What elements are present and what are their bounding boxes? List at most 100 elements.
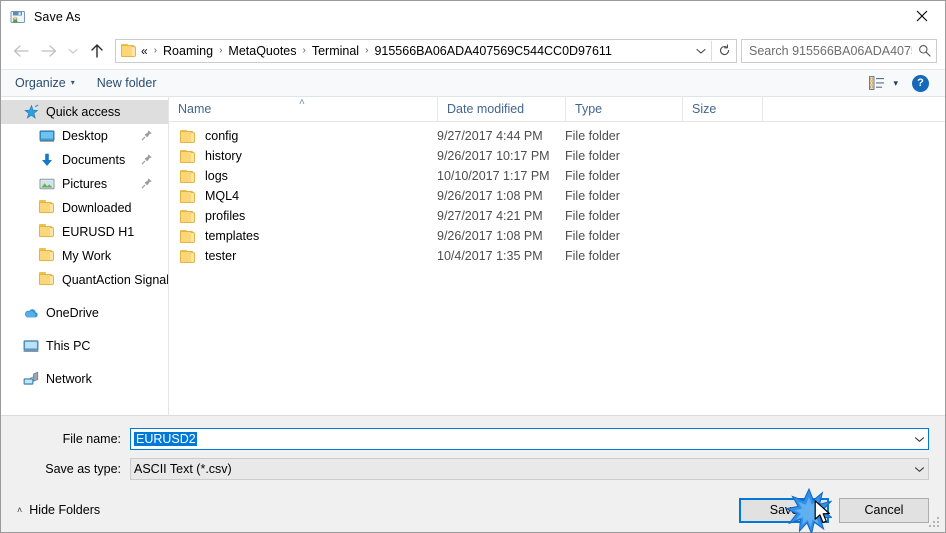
new-folder-button[interactable]: New folder: [97, 76, 157, 90]
chevron-down-icon: [68, 48, 78, 54]
column-header-date-modified[interactable]: Date modified: [437, 96, 565, 122]
file-type: File folder: [565, 189, 620, 203]
breadcrumb-item-guid[interactable]: 915566BA06ADA407569C544CC0D97611: [371, 43, 614, 59]
search-box[interactable]: Search 915566BA06ADA40756...: [741, 38, 937, 63]
sidebar-item-label: Documents: [62, 153, 126, 167]
sidebar-item-downloaded[interactable]: Downloaded: [1, 196, 168, 220]
sidebar-item-pictures[interactable]: Pictures: [1, 172, 168, 196]
table-row[interactable]: history 9/26/2017 10:17 PM File folder: [169, 146, 945, 166]
table-row[interactable]: MQL4 9/26/2017 1:08 PM File folder: [169, 186, 945, 206]
dialog-body: Quick access Desktop Documents Pictures …: [1, 96, 945, 415]
file-name-dropdown-button[interactable]: [910, 429, 928, 449]
column-header-filler: [762, 96, 945, 122]
file-name: tester: [205, 249, 237, 263]
column-header-type[interactable]: Type: [565, 96, 682, 122]
forward-button[interactable]: [35, 38, 63, 64]
table-row[interactable]: config 9/27/2017 4:44 PM File folder: [169, 126, 945, 146]
folder-icon: [39, 224, 55, 240]
sidebar-item-eurusd-h1[interactable]: EURUSD H1: [1, 220, 168, 244]
breadcrumb-separator: ›: [302, 45, 306, 56]
change-view-button[interactable]: ▾: [869, 76, 898, 90]
sidebar-item-label: This PC: [46, 339, 91, 353]
table-row[interactable]: profiles 9/27/2017 4:21 PM File folder: [169, 206, 945, 226]
organize-button[interactable]: Organize ▾: [15, 76, 75, 90]
sidebar-item-my-work[interactable]: My Work: [1, 244, 168, 268]
arrow-right-icon: [41, 44, 57, 57]
folder-icon: [180, 249, 196, 263]
file-date-modified: 9/27/2017 4:44 PM: [437, 129, 543, 143]
column-header-size[interactable]: Size: [682, 96, 762, 122]
table-row[interactable]: templates 9/26/2017 1:08 PM File folder: [169, 226, 945, 246]
file-name: logs: [205, 169, 228, 183]
hide-folders-button[interactable]: ˄ Hide Folders: [17, 503, 100, 517]
folder-icon: [180, 149, 196, 163]
column-header-label: Type: [575, 101, 603, 116]
address-bar[interactable]: « › Roaming › MetaQuotes › Terminal › 91…: [115, 38, 737, 63]
chevron-down-icon: ▾: [70, 78, 75, 87]
pin-icon[interactable]: [141, 153, 153, 165]
chevron-down-icon: ▾: [893, 77, 898, 88]
folder-icon: [180, 189, 196, 203]
breadcrumb-lead[interactable]: «: [140, 43, 151, 59]
file-date-modified: 10/10/2017 1:17 PM: [437, 169, 550, 183]
sidebar-item-this-pc[interactable]: This PC: [1, 334, 168, 358]
sort-ascending-icon: ˄: [299, 96, 305, 108]
breadcrumb-item-terminal[interactable]: Terminal: [309, 43, 362, 59]
pictures-icon: [39, 176, 55, 192]
sidebar-item-quick-access[interactable]: Quick access: [1, 100, 168, 124]
chevron-down-icon: [914, 436, 924, 442]
resize-grip-icon[interactable]: [929, 517, 941, 529]
pin-icon[interactable]: [141, 177, 153, 189]
chevron-down-icon: [914, 466, 924, 472]
file-name: MQL4: [205, 189, 240, 203]
file-name-input[interactable]: EURUSD2: [130, 428, 929, 450]
back-button[interactable]: [7, 38, 35, 64]
save-button[interactable]: Save: [739, 497, 829, 523]
table-row[interactable]: tester 10/4/2017 1:35 PM File folder: [169, 246, 945, 266]
file-rows: config 9/27/2017 4:44 PM File folder his…: [169, 122, 945, 415]
column-header-name[interactable]: Name ˄: [169, 97, 437, 122]
sidebar-item-quantaction-signal[interactable]: QuantAction Signal: [1, 268, 168, 292]
title-bar: Save As: [1, 1, 945, 32]
address-dropdown-button[interactable]: [691, 40, 711, 62]
sidebar-item-documents[interactable]: Documents: [1, 148, 168, 172]
breadcrumb-separator: ›: [219, 45, 223, 56]
save-as-type-dropdown-button[interactable]: [910, 459, 928, 479]
save-as-icon: [10, 9, 26, 25]
close-button[interactable]: [899, 1, 945, 31]
file-date-modified: 9/26/2017 1:08 PM: [437, 229, 543, 243]
save-as-type-label: Save as type:: [45, 462, 121, 476]
file-date-modified: 9/26/2017 1:08 PM: [437, 189, 543, 203]
sidebar-item-network[interactable]: Network: [1, 367, 168, 391]
file-type: File folder: [565, 209, 620, 223]
sidebar-item-desktop[interactable]: Desktop: [1, 124, 168, 148]
breadcrumb: « › Roaming › MetaQuotes › Terminal › 91…: [140, 43, 691, 59]
change-view-icon: [869, 76, 885, 90]
file-type: File folder: [565, 229, 620, 243]
cancel-button[interactable]: Cancel: [839, 497, 929, 523]
search-input[interactable]: Search 915566BA06ADA40756...: [742, 44, 912, 58]
recent-locations-button[interactable]: [63, 38, 83, 64]
save-as-type-select[interactable]: ASCII Text (*.csv): [130, 458, 929, 480]
breadcrumb-separator: ›: [365, 45, 369, 56]
save-as-dialog: Save As « › Roaming › MetaQuotes › Termi…: [0, 0, 946, 533]
table-row[interactable]: logs 10/10/2017 1:17 PM File folder: [169, 166, 945, 186]
sidebar-item-label: My Work: [62, 249, 112, 263]
this-pc-icon: [23, 338, 39, 354]
breadcrumb-item-roaming[interactable]: Roaming: [160, 43, 216, 59]
folder-icon: [180, 209, 196, 223]
refresh-button[interactable]: [712, 40, 736, 62]
dialog-footer: ˄ Hide Folders Save Cancel: [1, 488, 945, 532]
breadcrumb-item-metaquotes[interactable]: MetaQuotes: [225, 43, 299, 59]
sidebar-item-onedrive[interactable]: OneDrive: [1, 301, 168, 325]
file-name-label: File name:: [62, 432, 121, 446]
file-name: config: [205, 129, 239, 143]
up-button[interactable]: [83, 38, 111, 64]
help-button[interactable]: ?: [912, 74, 929, 92]
folder-icon: [180, 129, 196, 143]
new-folder-label: New folder: [96, 76, 157, 90]
folder-icon: [39, 248, 55, 264]
pin-icon[interactable]: [141, 129, 153, 141]
file-type: File folder: [565, 169, 620, 183]
quick-access-star-icon: [23, 104, 39, 120]
